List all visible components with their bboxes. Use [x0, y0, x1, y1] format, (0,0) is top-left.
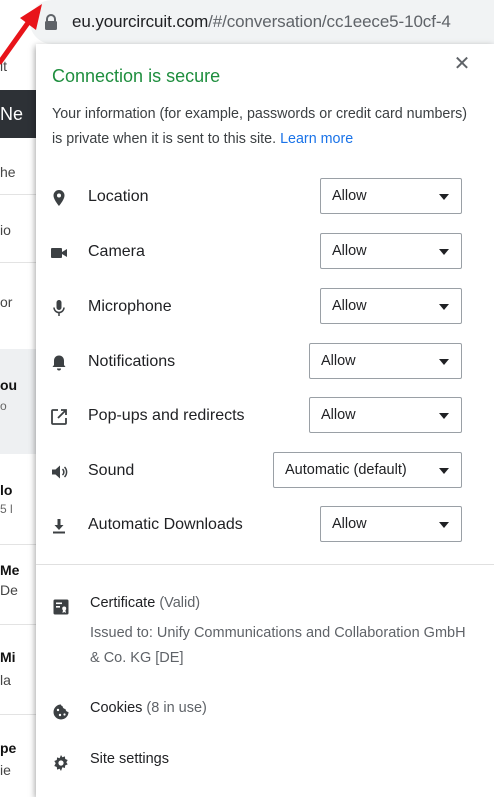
bg-text: De: [0, 582, 18, 598]
red-arrow-annotation: [0, 4, 42, 65]
bg-text: lo: [0, 482, 13, 498]
bg-divider: [0, 194, 40, 195]
url-path: /#/conversation/cc1eece5-10cf-4: [208, 12, 451, 31]
select-value: Allow: [321, 407, 356, 423]
select-value: Automatic (default): [285, 462, 407, 478]
url-text[interactable]: eu.yourcircuit.com/#/conversation/cc1eec…: [72, 12, 451, 32]
bg-text: he: [0, 164, 16, 180]
cookies-label-line: Cookies (8 in use): [90, 700, 207, 716]
cookie-icon: [53, 704, 69, 720]
select-value: Allow: [332, 243, 367, 259]
bg-text: la: [0, 672, 11, 688]
bg-text: or: [0, 294, 13, 310]
bg-divider: [0, 544, 40, 545]
background-page: it Ne he io or ou o lo 5 l Me De Mi la p…: [0, 44, 40, 797]
camera-icon: [51, 248, 67, 258]
chevron-down-icon: [439, 522, 449, 528]
chevron-down-icon: [439, 359, 449, 365]
permission-label: Camera: [88, 243, 145, 260]
select-value: Allow: [332, 516, 367, 532]
security-description: Your information (for example, passwords…: [52, 102, 472, 152]
permission-row-sound: Sound Automatic (default): [36, 452, 494, 492]
chevron-down-icon: [439, 304, 449, 310]
certificate-item[interactable]: Certificate (Valid) Issued to: Unify Com…: [36, 595, 494, 675]
bg-text: pe: [0, 740, 17, 756]
microphone-select[interactable]: Allow: [320, 288, 462, 324]
select-value: Allow: [332, 298, 367, 314]
location-select[interactable]: Allow: [320, 178, 462, 214]
speaker-icon: [52, 465, 68, 479]
select-value: Allow: [321, 353, 356, 369]
chevron-down-icon: [439, 194, 449, 200]
permission-row-notifications: Notifications Allow: [36, 343, 494, 383]
url-host: eu.yourcircuit.com: [72, 12, 209, 31]
permission-row-camera: Camera Allow: [36, 233, 494, 273]
learn-more-link[interactable]: Learn more: [280, 131, 353, 147]
certificate-issued-to: Issued to: Unify Communications and Coll…: [90, 625, 466, 666]
popup-icon: [51, 409, 67, 425]
notifications-select[interactable]: Allow: [309, 343, 462, 379]
permission-row-location: Location Allow: [36, 178, 494, 218]
bg-text: ie: [0, 762, 11, 778]
chevron-down-icon: [439, 249, 449, 255]
download-icon: [53, 519, 65, 534]
automatic-downloads-select[interactable]: Allow: [320, 506, 462, 542]
description-text: Your information (for example, passwords…: [52, 106, 468, 147]
permission-label: Location: [88, 188, 149, 205]
permission-label: Sound: [88, 462, 135, 479]
camera-select[interactable]: Allow: [320, 233, 462, 269]
site-info-popup: Connection is secure ✕ Your information …: [36, 44, 494, 797]
bg-text: 5 l: [0, 502, 13, 516]
permission-label: Automatic Downloads: [88, 516, 243, 533]
bg-divider: [0, 262, 40, 263]
bg-text: Ne: [0, 104, 24, 124]
permission-label: Pop-ups and redirects: [88, 407, 245, 424]
popups-select[interactable]: Allow: [309, 397, 462, 433]
bg-divider: [0, 624, 40, 625]
certificate-status: (Valid): [159, 595, 201, 611]
permission-row-microphone: Microphone Allow: [36, 288, 494, 328]
bg-divider: [0, 714, 40, 715]
bell-icon: [52, 355, 66, 371]
permission-label: Microphone: [88, 298, 172, 315]
bg-text: io: [0, 222, 11, 238]
permission-row-automatic-downloads: Automatic Downloads Allow: [36, 506, 494, 546]
certificate-icon: [53, 599, 69, 615]
chevron-down-icon: [439, 468, 449, 474]
bg-text: Me: [0, 562, 20, 578]
certificate-label-line: Certificate (Valid): [90, 595, 200, 611]
gear-icon: [54, 755, 68, 771]
microphone-icon: [53, 300, 65, 316]
chevron-down-icon: [439, 413, 449, 419]
cookies-count: (8 in use): [146, 700, 207, 716]
popup-title: Connection is secure: [52, 66, 221, 86]
bg-selected-row: ou o: [0, 349, 40, 454]
location-pin-icon: [53, 190, 65, 206]
section-divider: [36, 564, 494, 565]
bg-dark-bar: Ne: [0, 90, 40, 138]
bg-text: o: [0, 399, 7, 413]
select-value: Allow: [332, 188, 367, 204]
cookies-label: Cookies: [90, 700, 143, 716]
certificate-label: Certificate: [90, 595, 156, 611]
lock-icon[interactable]: [44, 14, 58, 30]
site-settings-item[interactable]: Site settings: [36, 751, 494, 775]
site-settings-label: Site settings: [90, 751, 169, 767]
bg-text: ou: [0, 377, 18, 393]
bg-text: Mi: [0, 649, 16, 665]
close-icon[interactable]: ✕: [452, 54, 472, 74]
sound-select[interactable]: Automatic (default): [273, 452, 462, 488]
cookies-item[interactable]: Cookies (8 in use): [36, 700, 494, 724]
permission-label: Notifications: [88, 353, 176, 370]
permission-row-popups: Pop-ups and redirects Allow: [36, 397, 494, 437]
